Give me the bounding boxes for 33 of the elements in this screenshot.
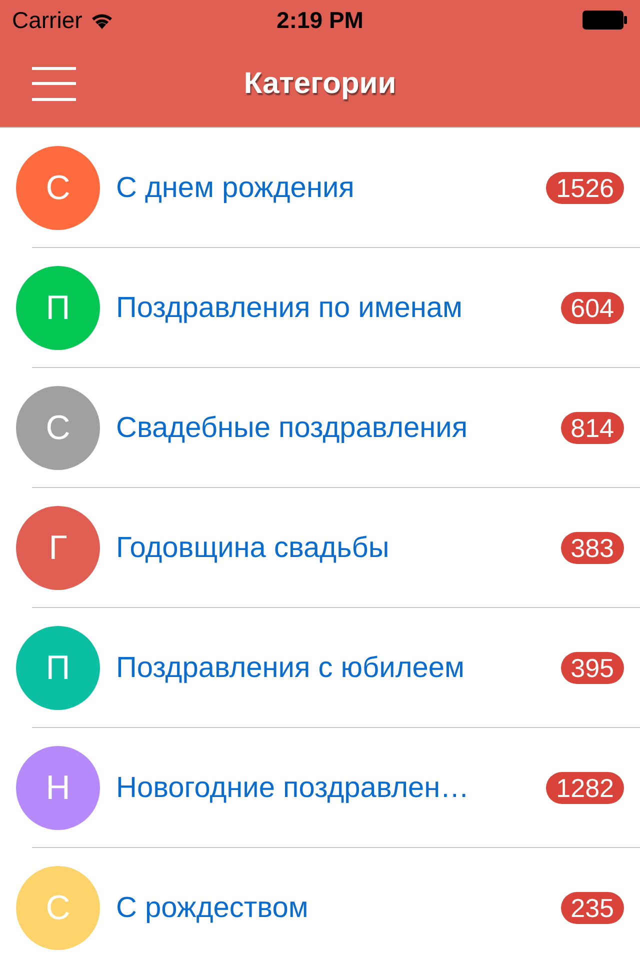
- category-title: Новогодние поздравлен…: [116, 772, 470, 804]
- category-row[interactable]: С С днем рождения 1526: [0, 128, 640, 248]
- category-title: Годовщина свадьбы: [116, 532, 390, 564]
- battery-icon: [582, 10, 628, 30]
- category-row[interactable]: П Поздравления с юбилеем 395: [0, 608, 640, 728]
- letter-avatar: С: [16, 386, 100, 470]
- category-title: Свадебные поздравления: [116, 412, 469, 444]
- count-badge: 235: [560, 892, 624, 924]
- count-badge: 1282: [546, 772, 624, 804]
- category-title: С днем рождения: [116, 172, 356, 204]
- category-title: Поздравления по именам: [116, 292, 464, 324]
- letter-avatar: С: [16, 866, 100, 950]
- category-row[interactable]: Н Новогодние поздравлен… 1282: [0, 728, 640, 848]
- category-row[interactable]: С Свадебные поздравления 814: [0, 368, 640, 488]
- category-title: Поздравления с юбилеем: [116, 652, 466, 684]
- letter-avatar: П: [16, 266, 100, 350]
- category-row[interactable]: Г Годовщина свадьбы 383: [0, 488, 640, 608]
- count-badge: 395: [560, 652, 624, 684]
- menu-button[interactable]: [32, 66, 76, 100]
- clock-time: 2:19 PM: [276, 6, 364, 34]
- count-badge: 1526: [546, 172, 624, 204]
- count-badge: 604: [560, 292, 624, 324]
- count-badge: 814: [560, 412, 624, 444]
- category-row[interactable]: П Поздравления по именам 604: [0, 248, 640, 368]
- letter-avatar: Г: [16, 506, 100, 590]
- count-badge: 383: [560, 532, 624, 564]
- page-title: Категории: [244, 66, 396, 100]
- letter-avatar: Н: [16, 746, 100, 830]
- letter-avatar: С: [16, 146, 100, 230]
- letter-avatar: П: [16, 626, 100, 710]
- category-row[interactable]: С С рождеством 235: [0, 848, 640, 960]
- carrier-label: Carrier: [12, 6, 82, 34]
- category-title: С рождеством: [116, 892, 310, 924]
